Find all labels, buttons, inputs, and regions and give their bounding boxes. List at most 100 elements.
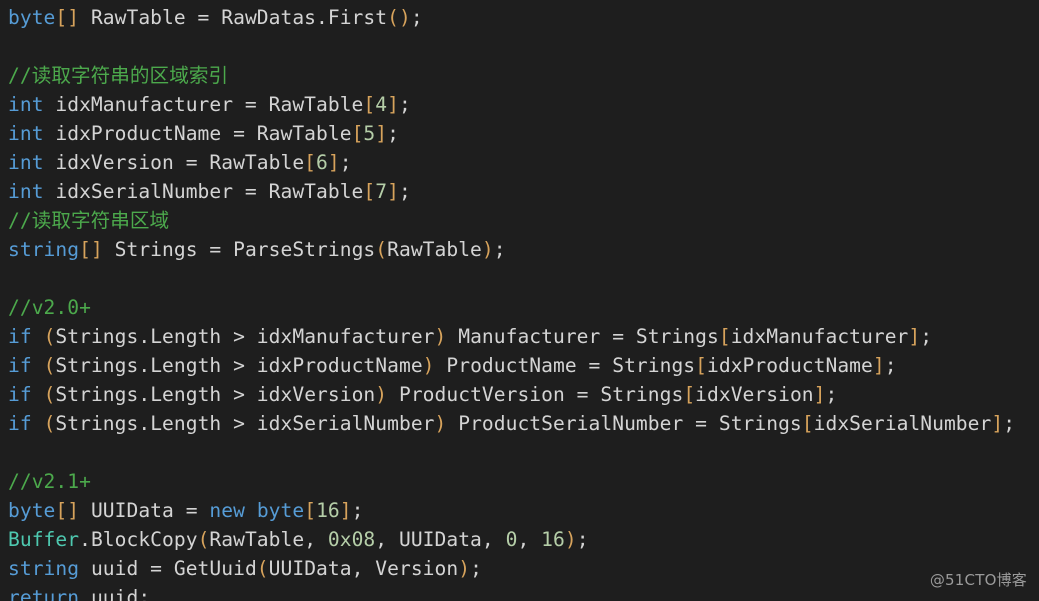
code-token: UUIData = <box>79 499 210 522</box>
code-token: 7 <box>375 180 388 203</box>
code-token: ] <box>991 412 1004 435</box>
code-token: () <box>387 6 411 29</box>
code-block[interactable]: byte[] RawTable = RawDatas.First(); //读取… <box>8 3 1015 601</box>
code-token: //v2.1+ <box>8 470 91 493</box>
code-token: UUIData, Version <box>268 557 459 580</box>
code-token: ) <box>434 325 447 348</box>
code-token: ] <box>872 354 885 377</box>
code-line: byte[] UUIData = new byte[16]; <box>8 496 1015 525</box>
code-token: ( <box>43 325 56 348</box>
code-token: [] <box>55 6 80 29</box>
code-line: int idxVersion = RawTable[6]; <box>8 148 1015 177</box>
code-token: ; <box>1003 412 1016 435</box>
code-token: ; <box>398 93 411 116</box>
code-line: string[] Strings = ParseStrings(RawTable… <box>8 235 1015 264</box>
code-token: idxProductName <box>707 354 873 377</box>
code-token: //v2.0+ <box>8 296 91 319</box>
code-line: return uuid; <box>8 583 1015 601</box>
code-token: Strings = ParseStrings <box>102 238 376 261</box>
code-token: ; <box>920 325 933 348</box>
code-token: int <box>8 151 44 174</box>
code-token: string <box>8 238 80 261</box>
code-token: RawTable = RawDatas.First <box>79 6 388 29</box>
code-line: //读取字符串区域 <box>8 206 1015 235</box>
code-token: Buffer <box>8 528 80 551</box>
code-token: //读取字符串的区域索引 <box>8 64 229 87</box>
code-token: ; <box>576 528 589 551</box>
code-token: ; <box>339 151 352 174</box>
code-token: [ <box>351 122 364 145</box>
code-token: 4 <box>375 93 388 116</box>
code-token: ] <box>813 383 826 406</box>
code-token: ( <box>256 557 269 580</box>
code-token: ProductSerialNumber = Strings <box>446 412 802 435</box>
code-token: [ <box>801 412 814 435</box>
code-token: 0 <box>505 528 518 551</box>
code-token: ) <box>422 354 435 377</box>
code-token: ] <box>387 93 399 116</box>
code-token: byte <box>256 499 305 522</box>
code-token: [] <box>79 238 103 261</box>
code-token: , <box>517 528 542 551</box>
code-token: int <box>8 93 44 116</box>
code-token: ; <box>825 383 838 406</box>
code-line: if (Strings.Length > idxProductName) Pro… <box>8 351 1015 380</box>
code-token: idxVersion = RawTable <box>43 151 305 174</box>
code-token: ; <box>351 499 364 522</box>
code-token: [ <box>683 383 696 406</box>
code-token: [ <box>363 93 376 116</box>
code-line: int idxSerialNumber = RawTable[7]; <box>8 177 1015 206</box>
code-token: ) <box>458 557 471 580</box>
code-token: idxProductName = RawTable <box>43 122 352 145</box>
code-token: [ <box>304 499 317 522</box>
code-token: [ <box>695 354 708 377</box>
code-token: RawTable, <box>209 528 328 551</box>
code-token: if <box>8 383 32 406</box>
code-token: //读取字符串区域 <box>8 209 170 232</box>
code-token: ) <box>481 238 494 261</box>
code-token: [ <box>304 151 317 174</box>
code-token: ; <box>387 122 399 145</box>
code-token: ; <box>493 238 506 261</box>
code-line: //v2.1+ <box>8 467 1015 496</box>
code-token: 16 <box>541 528 565 551</box>
code-token: idxVersion <box>695 383 814 406</box>
code-token: 6 <box>316 151 328 174</box>
code-token: ( <box>43 412 56 435</box>
code-token: ( <box>43 354 56 377</box>
code-token: if <box>8 412 32 435</box>
code-token: ProductVersion = Strings <box>387 383 684 406</box>
code-token: [ <box>363 180 376 203</box>
code-token: idxManufacturer <box>730 325 909 348</box>
code-token: ) <box>375 383 388 406</box>
code-line: int idxProductName = RawTable[5]; <box>8 119 1015 148</box>
code-token: ; <box>470 557 482 580</box>
code-token: ] <box>327 151 340 174</box>
code-token: int <box>8 180 44 203</box>
code-token: Strings.Length > idxManufacturer <box>55 325 435 348</box>
code-token: ] <box>908 325 921 348</box>
code-token: ( <box>375 238 388 261</box>
code-token: ] <box>375 122 388 145</box>
code-token: ; <box>398 180 411 203</box>
code-token: ( <box>197 528 210 551</box>
code-token: new <box>209 499 245 522</box>
code-token: if <box>8 354 32 377</box>
code-token: ) <box>564 528 577 551</box>
code-token: uuid; <box>79 586 151 601</box>
code-token: , UUIData, <box>375 528 506 551</box>
code-token: [] <box>55 499 80 522</box>
code-token: [ <box>718 325 731 348</box>
code-line: byte[] RawTable = RawDatas.First(); <box>8 3 1015 32</box>
code-line: //v2.0+ <box>8 293 1015 322</box>
code-token: 16 <box>316 499 340 522</box>
code-token: idxSerialNumber <box>813 412 992 435</box>
code-token: idxManufacturer = RawTable <box>43 93 364 116</box>
code-token: Strings.Length > idxVersion <box>55 383 376 406</box>
code-token: 5 <box>363 122 376 145</box>
